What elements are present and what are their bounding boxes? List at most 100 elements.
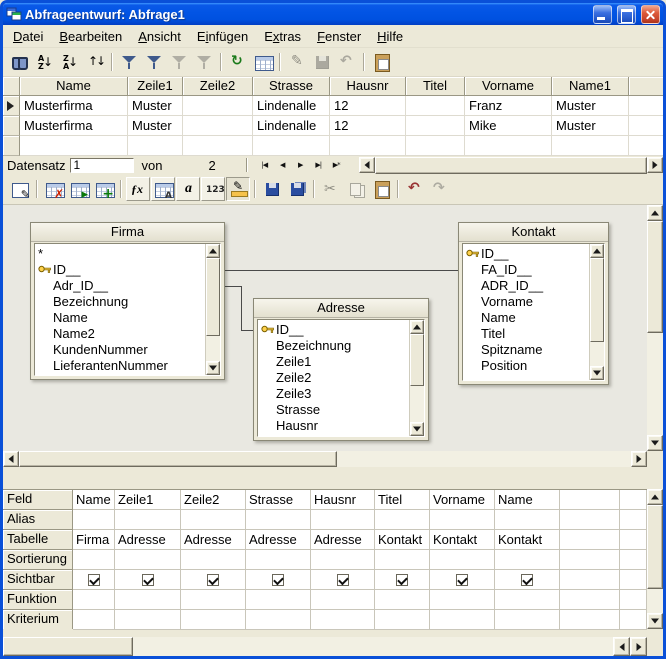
- menu-item-einfuegen[interactable]: Einfügen: [189, 27, 256, 46]
- column-header-zeile2[interactable]: Zeile2: [183, 77, 253, 96]
- field-fa-id[interactable]: FA_ID__: [463, 261, 589, 277]
- scroll-thumb[interactable]: [647, 505, 663, 589]
- qg-cell-sichtbar-col6[interactable]: [375, 570, 430, 590]
- qg-cell-alias-col5[interactable]: [311, 510, 375, 530]
- scroll-thumb[interactable]: [206, 258, 220, 336]
- sort-ascending-button[interactable]: [33, 50, 57, 74]
- autofilter-button[interactable]: [117, 50, 141, 74]
- scroll-left-button[interactable]: [359, 157, 375, 173]
- query-design-mode-button[interactable]: [226, 177, 250, 201]
- field-spitzname[interactable]: Spitzname: [463, 341, 589, 357]
- column-header-titel[interactable]: Titel: [406, 77, 465, 96]
- qg-cell-sortierung-col7[interactable]: [430, 550, 495, 570]
- visible-checkbox-col8[interactable]: [521, 574, 533, 586]
- menu-item-ansicht[interactable]: Ansicht: [130, 27, 189, 46]
- scroll-track[interactable]: [19, 451, 631, 467]
- qg-cell-sichtbar-col5[interactable]: [311, 570, 375, 590]
- save-as-button[interactable]: [285, 177, 309, 201]
- visible-checkbox-col5[interactable]: [337, 574, 349, 586]
- qg-cell-sichtbar-col1[interactable]: [73, 570, 115, 590]
- field-adr-id[interactable]: ADR_ID__: [463, 277, 589, 293]
- visible-checkbox-col2[interactable]: [142, 574, 154, 586]
- menu-item-datei[interactable]: Datei: [5, 27, 51, 46]
- qg-cell-sichtbar-col7[interactable]: [430, 570, 495, 590]
- scroll-right-button[interactable]: [630, 637, 647, 656]
- scroll-down-button[interactable]: [647, 435, 663, 451]
- save-button[interactable]: [260, 177, 284, 201]
- scroll-track[interactable]: [3, 637, 613, 656]
- qg-cell-kriterium-col4[interactable]: [246, 610, 311, 630]
- field-strasse[interactable]: Strasse: [258, 401, 409, 417]
- cell-name-row1[interactable]: Musterfirma: [20, 96, 128, 116]
- cell-name1-row1[interactable]: Muster: [552, 96, 629, 116]
- record-selector[interactable]: [3, 116, 20, 136]
- scroll-left-button[interactable]: [613, 637, 630, 656]
- qg-cell-sortierung-col8[interactable]: [495, 550, 560, 570]
- add-table-button[interactable]: [92, 177, 116, 201]
- qg-cell-feld-col7[interactable]: Vorname: [430, 490, 495, 510]
- table-title-adresse[interactable]: Adresse: [254, 299, 428, 318]
- qg-cell-sortierung-col5[interactable]: [311, 550, 375, 570]
- paste-button[interactable]: [369, 50, 393, 74]
- menu-item-hilfe[interactable]: Hilfe: [369, 27, 411, 46]
- cell-name-row3[interactable]: [20, 136, 128, 156]
- previous-record-button[interactable]: ◀: [274, 157, 291, 173]
- cell-titel-row1[interactable]: [406, 96, 465, 116]
- join-line-firma-adresse-seg1[interactable]: [225, 286, 241, 287]
- join-line-firma-adresse-seg2[interactable]: [241, 286, 242, 331]
- field-bezeichnung[interactable]: Bezeichnung: [35, 293, 205, 309]
- qg-cell-funktion-col1[interactable]: [73, 590, 115, 610]
- column-header-zeile1[interactable]: Zeile1: [128, 77, 183, 96]
- qg-cell-alias-col6[interactable]: [375, 510, 430, 530]
- sort-button[interactable]: [83, 50, 107, 74]
- minimize-button[interactable]: [593, 5, 612, 24]
- cell-zeile1-row2[interactable]: Muster: [128, 116, 183, 136]
- run-query-button[interactable]: [67, 177, 91, 201]
- table-title-firma[interactable]: Firma: [31, 223, 224, 242]
- find-record-button[interactable]: [8, 50, 32, 74]
- qg-cell-tabelle-col5[interactable]: Adresse: [311, 530, 375, 550]
- qg-cell-feld-col2[interactable]: Zeile1: [115, 490, 181, 510]
- toggle-design-view-button[interactable]: [8, 177, 32, 201]
- clear-query-button[interactable]: [42, 177, 66, 201]
- field-postfach[interactable]: Postfach: [258, 433, 409, 436]
- distinct-values-button[interactable]: [201, 177, 225, 201]
- cell-zeile2-row2[interactable]: [183, 116, 253, 136]
- first-record-button[interactable]: |◀: [256, 157, 273, 173]
- cell-vorname-row2[interactable]: Mike: [465, 116, 552, 136]
- column-header-strasse[interactable]: Strasse: [253, 77, 330, 96]
- qg-cell-tabelle-col4[interactable]: Adresse: [246, 530, 311, 550]
- cell-vorname-row3[interactable]: [465, 136, 552, 156]
- scroll-thumb[interactable]: [647, 221, 663, 333]
- title-bar[interactable]: Abfrageentwurf: Abfrage1: [3, 3, 663, 25]
- field-zeile3[interactable]: Zeile3: [258, 385, 409, 401]
- field-id[interactable]: ID__: [35, 261, 205, 277]
- maximize-button[interactable]: [617, 5, 636, 24]
- cell-name1-row2[interactable]: Muster: [552, 116, 629, 136]
- qg-cell-feld-col6[interactable]: Titel: [375, 490, 430, 510]
- qg-cell-kriterium-col2[interactable]: [115, 610, 181, 630]
- field-zeile1[interactable]: Zeile1: [258, 353, 409, 369]
- cell-vorname-row1[interactable]: Franz: [465, 96, 552, 116]
- qg-cell-kriterium-col1[interactable]: [73, 610, 115, 630]
- cell-zeile1-row3[interactable]: [128, 136, 183, 156]
- qg-cell-funktion-col2[interactable]: [115, 590, 181, 610]
- scroll-track[interactable]: [647, 505, 663, 613]
- scroll-thumb[interactable]: [375, 157, 647, 174]
- paste-button[interactable]: [369, 177, 393, 201]
- visible-checkbox-col1[interactable]: [88, 574, 100, 586]
- cell-name-row2[interactable]: Musterfirma: [20, 116, 128, 136]
- qg-cell-kriterium-col6[interactable]: [375, 610, 430, 630]
- qg-cell-feld-col1[interactable]: Name: [73, 490, 115, 510]
- cell-zeile2-row1[interactable]: [183, 96, 253, 116]
- qg-cell-kriterium-col3[interactable]: [181, 610, 246, 630]
- join-line-firma-kontakt[interactable]: [225, 270, 458, 271]
- qg-cell-alias-col8[interactable]: [495, 510, 560, 530]
- qg-cell-funktion-col8[interactable]: [495, 590, 560, 610]
- cell-strasse-row1[interactable]: Lindenalle: [253, 96, 330, 116]
- cell-name1-row3[interactable]: [552, 136, 629, 156]
- field-hausnr[interactable]: Hausnr: [258, 417, 409, 433]
- scroll-up-button[interactable]: [590, 244, 604, 258]
- qg-cell-alias-col1[interactable]: [73, 510, 115, 530]
- next-record-button[interactable]: ▶: [292, 157, 309, 173]
